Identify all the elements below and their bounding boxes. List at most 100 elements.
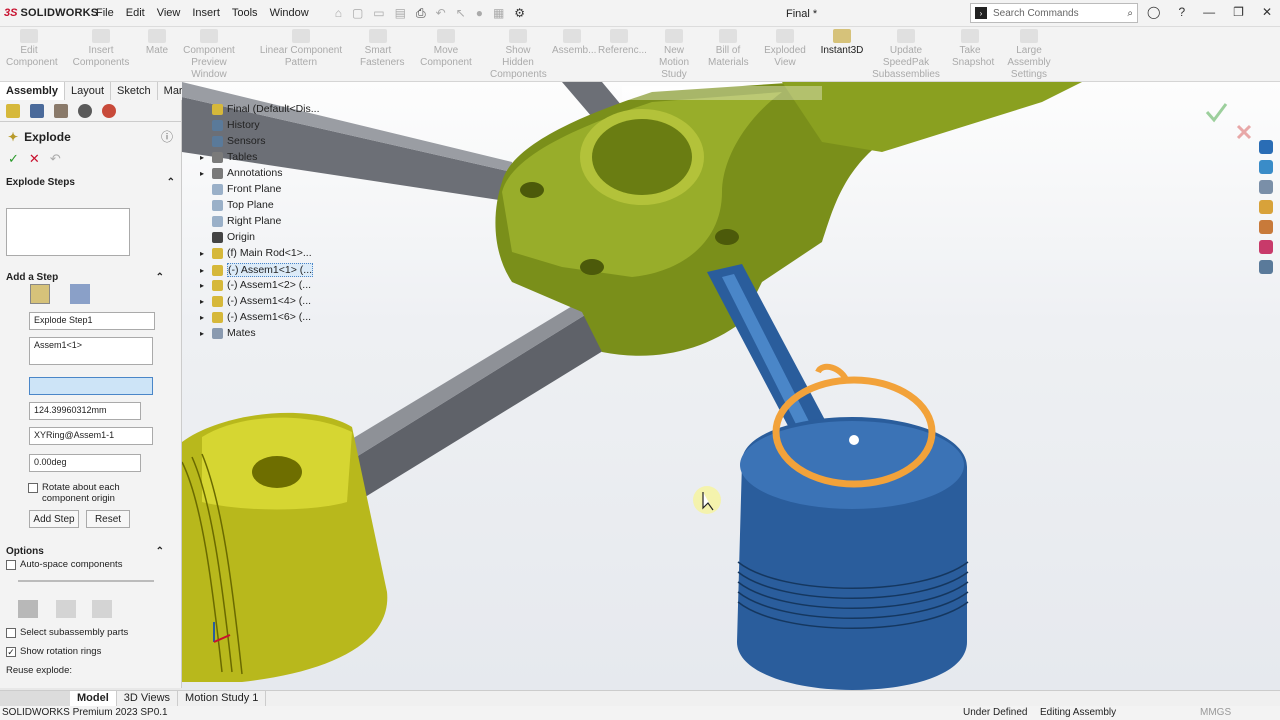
tab-scroll-controls[interactable] xyxy=(0,691,70,706)
ribbon-smart-fasteners-button[interactable]: Smart Fasteners xyxy=(360,29,404,69)
undo-icon[interactable]: ↶ xyxy=(436,6,446,21)
rotation-angle-field[interactable]: 0.00deg xyxy=(29,454,141,472)
menu-file[interactable]: File xyxy=(90,7,120,19)
expand-arrow-icon[interactable]: ▸ xyxy=(200,249,208,258)
feature-manager-tab-icon[interactable] xyxy=(6,104,20,118)
explode-steps-list[interactable] xyxy=(6,208,130,256)
search-icon[interactable]: ⌕ xyxy=(1127,8,1133,19)
spacing-option-2-icon[interactable] xyxy=(56,600,76,618)
graphics-area[interactable] xyxy=(182,82,1280,690)
help-icon[interactable]: ⓘ xyxy=(161,128,173,145)
search-mode-icon[interactable]: › xyxy=(975,7,987,19)
spacing-option-3-icon[interactable] xyxy=(92,600,112,618)
bottom-tab-motion-study-1[interactable]: Motion Study 1 xyxy=(178,691,267,706)
menu-window[interactable]: Window xyxy=(264,7,315,19)
show-rotation-rings-checkbox[interactable]: ✓ Show rotation rings xyxy=(6,646,101,657)
expand-arrow-icon[interactable]: ▸ xyxy=(200,169,208,178)
menu-insert[interactable]: Insert xyxy=(186,7,226,19)
spacing-slider[interactable] xyxy=(18,580,154,582)
ribbon-referenc-button[interactable]: Referenc... xyxy=(598,29,647,57)
expand-arrow-icon[interactable]: ▸ xyxy=(200,297,208,306)
step-name-field[interactable]: Explode Step1 xyxy=(29,312,155,330)
tree-item[interactable]: History xyxy=(200,119,260,131)
rebuild-icon[interactable]: ● xyxy=(476,6,483,21)
radial-step-icon[interactable] xyxy=(70,284,90,304)
undo-icon[interactable]: ↶ xyxy=(50,151,61,167)
solidworks-logo[interactable]: 3S SOLIDWORKS xyxy=(0,0,98,27)
explode-distance-field[interactable]: 124.39960312mm xyxy=(29,402,141,420)
tab-layout[interactable]: Layout xyxy=(65,82,112,100)
ribbon-linear-component-pattern-button[interactable]: Linear Component Pattern xyxy=(246,29,356,69)
expand-arrow-icon[interactable]: ▸ xyxy=(200,329,208,338)
bottom-tab-3d-views[interactable]: 3D Views xyxy=(117,691,179,706)
unit-system[interactable]: MMGS xyxy=(1200,706,1231,720)
rotation-axis-field[interactable]: XYRing@Assem1-1 xyxy=(29,427,153,445)
open-icon[interactable]: ▭ xyxy=(373,6,384,21)
tree-item[interactable]: Origin xyxy=(200,231,255,243)
search-input[interactable]: Search Commands xyxy=(993,8,1079,19)
add-step-section[interactable]: Add a Step ⌃ xyxy=(0,272,170,283)
ribbon-insert-components-button[interactable]: Insert Components xyxy=(60,29,142,69)
tree-item[interactable]: ▸ (-) Assem1<1> (... xyxy=(200,263,314,277)
menu-view[interactable]: View xyxy=(151,7,187,19)
options-gear-icon[interactable]: ⚙ xyxy=(514,6,525,21)
tree-item[interactable]: ▸ (-) Assem1<6> (... xyxy=(200,311,311,323)
appearances-icon[interactable] xyxy=(1259,240,1273,254)
tree-item[interactable]: ▸ Annotations xyxy=(200,167,282,179)
components-list[interactable]: Assem1<1> xyxy=(29,337,153,365)
tree-item[interactable]: Final (Default<Dis... xyxy=(200,103,320,115)
close-icon[interactable]: ✕ xyxy=(1262,5,1272,19)
ribbon-edit-component-button[interactable]: Edit Component xyxy=(6,29,58,69)
print-icon[interactable]: ⎙ xyxy=(416,6,426,21)
tree-item[interactable]: ▸ (-) Assem1<4> (... xyxy=(200,295,311,307)
heads-up-view-toolbar[interactable] xyxy=(622,86,822,100)
reset-button[interactable]: Reset xyxy=(86,510,130,528)
user-icon[interactable]: ◯ xyxy=(1147,5,1160,19)
expand-arrow-icon[interactable]: ▸ xyxy=(200,313,208,322)
view-palette-icon[interactable] xyxy=(1259,220,1273,234)
tree-item[interactable]: ▸ (-) Assem1<2> (... xyxy=(200,279,311,291)
spacing-option-1-icon[interactable] xyxy=(18,600,38,618)
save-icon[interactable]: ▤ xyxy=(395,6,406,21)
menu-edit[interactable]: Edit xyxy=(120,7,151,19)
tree-item[interactable]: Front Plane xyxy=(200,183,281,195)
tab-sketch[interactable]: Sketch xyxy=(111,82,158,100)
explode-steps-section[interactable]: Explode Steps ⌃ xyxy=(0,177,181,188)
ribbon-take-snapshot-button[interactable]: Take Snapshot xyxy=(952,29,994,69)
tree-item[interactable]: ▸ Tables xyxy=(200,151,257,163)
ribbon-component-preview-window-button[interactable]: Component Preview Window xyxy=(178,29,240,81)
select-subassembly-checkbox[interactable]: Select subassembly parts xyxy=(6,627,128,638)
tree-item[interactable]: ▸ Mates xyxy=(200,327,256,339)
expand-arrow-icon[interactable]: ▸ xyxy=(200,281,208,290)
tree-item[interactable]: Right Plane xyxy=(200,215,281,227)
explode-direction-field[interactable] xyxy=(29,377,153,395)
tree-item[interactable]: Top Plane xyxy=(200,199,274,211)
cancel-x-icon[interactable] xyxy=(1236,124,1252,140)
tab-assembly[interactable]: Assembly xyxy=(0,82,65,100)
display-manager-tab-icon[interactable] xyxy=(102,104,116,118)
file-properties-icon[interactable]: ▦ xyxy=(493,6,504,21)
ribbon-mate-button[interactable]: Mate xyxy=(144,29,170,57)
menu-tools[interactable]: Tools xyxy=(226,7,264,19)
restore-icon[interactable]: ❐ xyxy=(1233,5,1244,19)
ribbon-large-assembly-settings-button[interactable]: Large Assembly Settings xyxy=(996,29,1062,81)
bottom-tab-model[interactable]: Model xyxy=(70,691,117,706)
ribbon-bill-of-materials-button[interactable]: Bill of Materials xyxy=(708,29,749,69)
cancel-x-icon[interactable]: ✕ xyxy=(29,151,40,167)
add-step-button[interactable]: Add Step xyxy=(29,510,79,528)
ribbon-move-component-button[interactable]: Move Component xyxy=(408,29,484,69)
expand-arrow-icon[interactable]: ▸ xyxy=(200,266,208,275)
new-icon[interactable]: ▢ xyxy=(352,6,363,21)
select-icon[interactable]: ↖ xyxy=(456,6,466,21)
ribbon-assemb-button[interactable]: Assemb... xyxy=(552,29,596,57)
dimxpert-tab-icon[interactable] xyxy=(78,104,92,118)
regular-step-icon[interactable] xyxy=(30,284,50,304)
home-icon[interactable]: ⌂ xyxy=(335,6,342,21)
ring-center-point[interactable] xyxy=(849,435,859,445)
configuration-manager-tab-icon[interactable] xyxy=(54,104,68,118)
design-library-icon[interactable] xyxy=(1259,180,1273,194)
ribbon-instant3d-button[interactable]: Instant3D xyxy=(820,29,864,57)
ribbon-new-motion-study-button[interactable]: New Motion Study xyxy=(648,29,700,81)
property-manager-tab-icon[interactable] xyxy=(30,104,44,118)
minimize-icon[interactable]: — xyxy=(1203,5,1215,19)
